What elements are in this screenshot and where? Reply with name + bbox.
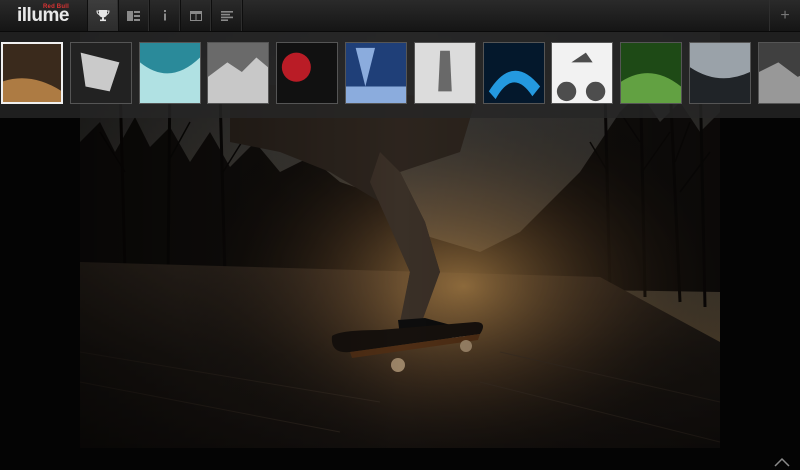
thumbnail-image [483, 43, 544, 103]
nav-info-button[interactable] [149, 0, 180, 31]
grid-icon [189, 10, 202, 21]
nav-grid-button[interactable] [180, 0, 211, 31]
list-icon [220, 10, 233, 21]
nav-trophy-button[interactable] [87, 0, 118, 31]
thumbnail-image [277, 43, 338, 103]
thumbnail-image [758, 43, 800, 103]
thumbnail-image [3, 44, 61, 102]
thumbnail-item[interactable] [345, 42, 407, 104]
chevron-up-icon[interactable] [774, 457, 790, 467]
thumbnail-image [139, 43, 200, 103]
thumbnail-item[interactable] [620, 42, 683, 104]
top-bar: Red Bull illume + [0, 0, 800, 32]
thumbnail-item[interactable] [207, 42, 270, 104]
thumbnail-list [0, 42, 800, 106]
thumbnail-item[interactable] [551, 42, 614, 104]
thumbnail-item[interactable] [482, 42, 545, 104]
thumbnail-image [414, 43, 475, 103]
gallery-icon [127, 10, 140, 21]
thumbnail-image [70, 43, 131, 103]
thumbnail-item[interactable] [413, 42, 476, 104]
app-logo[interactable]: Red Bull illume [0, 0, 86, 31]
thumbnail-item[interactable] [69, 42, 132, 104]
thumbnail-item[interactable] [276, 42, 339, 104]
info-icon [163, 10, 166, 21]
thumbnail-item[interactable] [138, 42, 201, 104]
thumbnail-image [621, 43, 682, 103]
thumbnail-strip [0, 31, 800, 118]
thumbnail-image [208, 43, 269, 103]
logo-text: illume [17, 5, 69, 26]
nav-divider [242, 0, 244, 31]
thumbnail-image [552, 43, 613, 103]
plus-icon: + [780, 6, 790, 24]
thumbnail-image [346, 43, 406, 103]
thumbnail-item[interactable] [757, 42, 800, 104]
thumbnail-item[interactable] [689, 42, 751, 104]
nav-text-button[interactable] [211, 0, 242, 31]
thumbnail-image [690, 43, 750, 103]
trophy-icon [95, 10, 110, 22]
thumbnail-item[interactable] [1, 42, 63, 104]
nav-gallery-button[interactable] [118, 0, 149, 31]
add-button[interactable]: + [769, 0, 800, 31]
